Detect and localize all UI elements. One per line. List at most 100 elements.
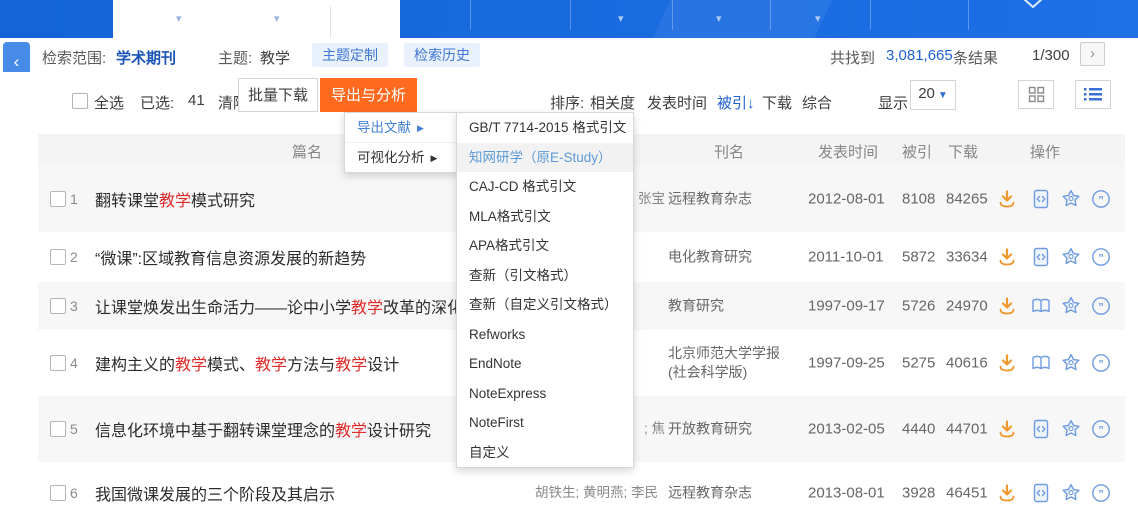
favorite-icon[interactable] <box>1060 352 1082 374</box>
row-checkbox[interactable] <box>50 249 66 265</box>
highlighted-keyword: 教学 <box>335 423 367 440</box>
chevron-down-icon[interactable]: ▾ <box>716 14 722 25</box>
author-link[interactable]: 胡铁生; 黄明燕; 李民 <box>535 484 665 502</box>
submenu-item[interactable]: 自定义 <box>457 438 633 468</box>
download-icon[interactable] <box>996 418 1018 440</box>
result-title-link[interactable]: “微课”:区域教育信息资源发展的新趋势 <box>95 245 366 269</box>
export-menu-panel: 导出文献▶可视化分析▶ <box>344 112 458 173</box>
cited-count: 4440 <box>902 421 935 438</box>
submenu-item[interactable]: NoteExpress <box>457 379 633 409</box>
journal-link[interactable]: 远程教育杂志 <box>668 190 788 209</box>
chevron-down-icon[interactable]: ▾ <box>274 14 280 25</box>
export-submenu-panel: GB/T 7714-2015 格式引文知网研学（原E-Study）CAJ-CD … <box>456 112 634 468</box>
sort-option-date[interactable]: 发表时间 <box>647 92 707 113</box>
submenu-item[interactable]: MLA格式引文 <box>457 202 633 232</box>
submenu-item[interactable]: APA格式引文 <box>457 231 633 261</box>
table-row: 6我国微课发展的三个阶段及其启示胡铁生; 黄明燕; 李民远程教育杂志2013-0… <box>38 462 1125 524</box>
download-icon[interactable] <box>996 482 1018 504</box>
journal-link[interactable]: 开放教育研究 <box>668 420 788 439</box>
journal-link[interactable]: 北京师范大学学报(社会科学版) <box>668 344 788 382</box>
download-icon[interactable] <box>996 246 1018 268</box>
html-read-icon[interactable] <box>1030 188 1052 210</box>
favorite-icon[interactable] <box>1060 418 1082 440</box>
submenu-item[interactable]: NoteFirst <box>457 408 633 438</box>
result-title-link[interactable]: 翻转课堂教学模式研究 <box>95 187 255 211</box>
top-nav-bar: ▾ ▾ ▾ ▾ ▾ <box>0 0 1138 38</box>
quote-icon[interactable]: ” <box>1090 188 1112 210</box>
download-icon[interactable] <box>996 295 1018 317</box>
row-checkbox[interactable] <box>50 298 66 314</box>
journal-link[interactable]: 远程教育杂志 <box>668 484 788 503</box>
favorite-icon[interactable] <box>1060 246 1082 268</box>
download-icon[interactable] <box>996 188 1018 210</box>
scope-label: 检索范围: <box>42 47 106 68</box>
selected-count: 41 <box>188 92 205 109</box>
chevron-down-icon[interactable]: ▾ <box>815 14 821 25</box>
row-index: 6 <box>70 485 78 501</box>
select-all-checkbox[interactable] <box>72 93 88 109</box>
quote-icon[interactable]: ” <box>1090 352 1112 374</box>
active-tab[interactable] <box>113 0 400 38</box>
quote-icon[interactable]: ” <box>1090 418 1112 440</box>
title-text: 翻转课堂 <box>95 193 159 210</box>
html-read-icon[interactable] <box>1030 246 1052 268</box>
download-icon[interactable] <box>996 352 1018 374</box>
quote-icon[interactable]: ” <box>1090 482 1112 504</box>
sort-option-downloads[interactable]: 下载 <box>762 92 792 113</box>
row-index: 5 <box>70 421 78 437</box>
row-checkbox[interactable] <box>50 355 66 371</box>
submenu-item[interactable]: CAJ-CD 格式引文 <box>457 172 633 202</box>
submenu-item[interactable]: EndNote <box>457 349 633 379</box>
submenu-item[interactable]: 查新（自定义引文格式） <box>457 290 633 320</box>
select-all-label[interactable]: 全选 <box>94 92 124 113</box>
topic-custom-chip[interactable]: 主题定制 <box>312 43 388 67</box>
bar-separator <box>672 0 673 30</box>
chevron-down-icon[interactable] <box>1022 0 1044 10</box>
menu-item-export-literature[interactable]: 导出文献▶ <box>345 113 457 142</box>
favorite-icon[interactable] <box>1060 482 1082 504</box>
journal-link[interactable]: 电化教育研究 <box>668 248 788 267</box>
scope-value[interactable]: 学术期刊 <box>116 47 176 68</box>
sort-option-relevance[interactable]: 相关度 <box>590 92 635 113</box>
html-read-icon[interactable] <box>1030 482 1052 504</box>
export-analyze-button[interactable]: 导出与分析▼ <box>320 78 417 112</box>
book-read-icon[interactable] <box>1030 352 1052 374</box>
result-count: 3,081,665 <box>886 47 953 64</box>
chevron-down-icon[interactable]: ▾ <box>618 14 624 25</box>
submenu-item[interactable]: Refworks <box>457 320 633 350</box>
search-history-chip[interactable]: 检索历史 <box>404 43 480 67</box>
download-count: 84265 <box>946 191 988 208</box>
favorite-icon[interactable] <box>1060 188 1082 210</box>
grid-view-button[interactable] <box>1018 80 1054 109</box>
result-title-link[interactable]: 信息化环境中基于翻转课堂理念的教学设计研究 <box>95 417 431 441</box>
html-read-icon[interactable] <box>1030 418 1052 440</box>
submenu-item[interactable]: 知网研学（原E-Study） <box>457 143 633 173</box>
quote-icon[interactable]: ” <box>1090 246 1112 268</box>
row-index: 4 <box>70 355 78 371</box>
page-size-select[interactable]: 20▼ <box>910 80 956 110</box>
submenu-item[interactable]: GB/T 7714-2015 格式引文 <box>457 113 633 143</box>
download-count: 46451 <box>946 485 988 502</box>
submenu-item[interactable]: 查新（引文格式） <box>457 261 633 291</box>
header-title: 篇名 <box>292 141 322 162</box>
sort-option-cited[interactable]: 被引↓ <box>717 92 755 113</box>
next-page-button[interactable]: › <box>1080 42 1105 66</box>
result-title-link[interactable]: 我国微课发展的三个阶段及其启示 <box>95 481 335 505</box>
chevron-down-icon[interactable]: ▾ <box>176 14 182 25</box>
row-index: 1 <box>70 191 78 207</box>
row-checkbox[interactable] <box>50 421 66 437</box>
batch-download-button[interactable]: 批量下载 <box>238 78 318 112</box>
result-title-link[interactable]: 建构主义的教学模式、教学方法与教学设计 <box>95 351 399 375</box>
quote-icon[interactable]: ” <box>1090 295 1112 317</box>
menu-item-visual-analysis[interactable]: 可视化分析▶ <box>345 142 457 172</box>
list-view-button[interactable] <box>1075 80 1111 109</box>
favorite-icon[interactable] <box>1060 295 1082 317</box>
book-read-icon[interactable] <box>1030 295 1052 317</box>
journal-link[interactable]: 教育研究 <box>668 297 788 316</box>
sort-option-overall[interactable]: 综合 <box>802 92 832 113</box>
result-title-link[interactable]: 让课堂焕发出生命活力——论中小学教学改革的深化 <box>95 294 463 318</box>
row-checkbox[interactable] <box>50 191 66 207</box>
sort-label: 排序: <box>550 92 584 113</box>
row-checkbox[interactable] <box>50 485 66 501</box>
submenu-arrow-icon: ▶ <box>431 153 438 163</box>
